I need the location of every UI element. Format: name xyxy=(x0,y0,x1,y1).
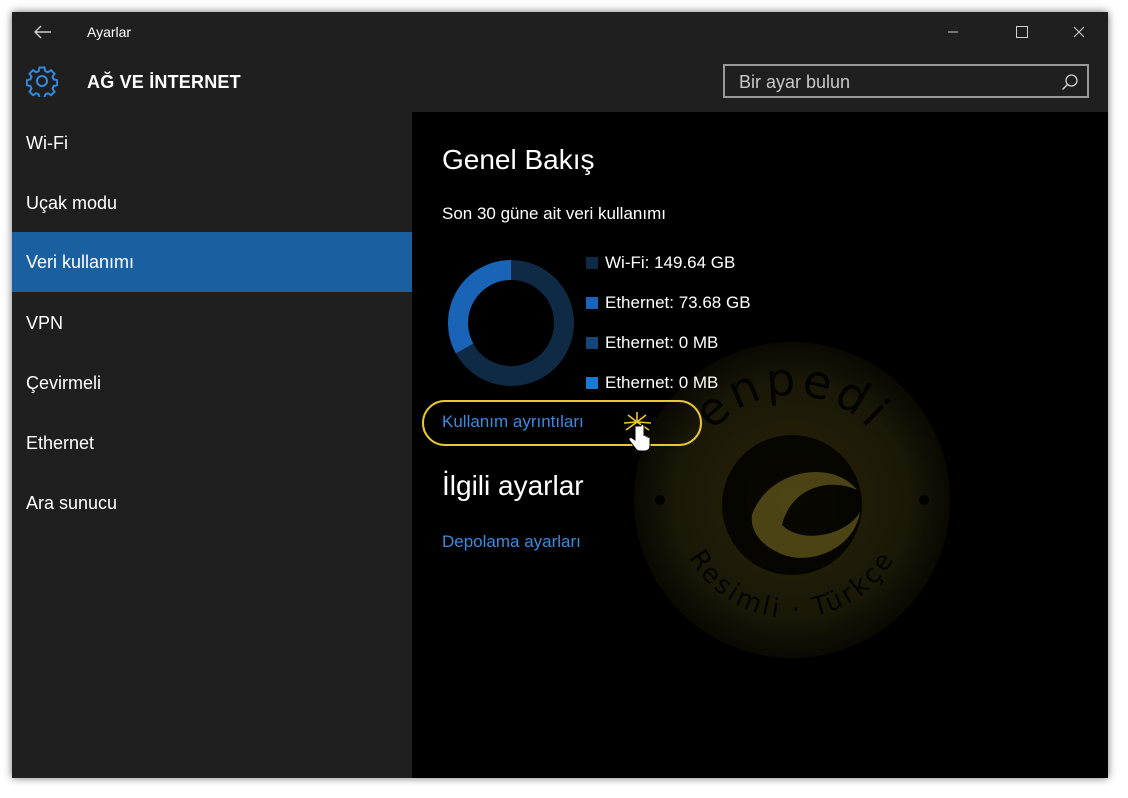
search-box[interactable] xyxy=(723,64,1089,98)
legend-swatch xyxy=(586,257,598,269)
storage-settings-link[interactable]: Depolama ayarları xyxy=(442,532,581,552)
overview-heading: Genel Bakış xyxy=(442,144,595,175)
sidebar-item-airplane-mode[interactable]: Uçak modu xyxy=(12,173,412,233)
legend-swatch xyxy=(586,297,598,309)
usage-period-label: Son 30 güne ait veri kullanımı xyxy=(442,204,666,223)
legend-item-ethernet-1: Ethernet: 73.68 GB xyxy=(586,290,751,316)
settings-window: Ayarlar AĞ VE İNTERNET Bir ayar bulun Wi… xyxy=(12,12,1108,778)
sidebar-item-data-usage[interactable]: Veri kullanımı xyxy=(12,232,412,292)
legend-swatch xyxy=(586,377,598,389)
window-title: Ayarlar xyxy=(87,24,132,40)
legend-label: Ethernet: 73.68 GB xyxy=(605,293,751,312)
search-icon[interactable] xyxy=(1061,73,1079,91)
page-title: AĞ VE İNTERNET xyxy=(87,72,241,92)
back-arrow-icon xyxy=(34,25,51,39)
legend-item-ethernet-2: Ethernet: 0 MB xyxy=(586,330,718,356)
hand-cursor-icon xyxy=(623,412,652,452)
legend-label: Ethernet: 0 MB xyxy=(605,373,719,392)
sidebar-item-ethernet[interactable]: Ethernet xyxy=(12,413,412,473)
maximize-icon xyxy=(1016,26,1028,38)
maximize-button[interactable] xyxy=(1009,20,1035,44)
sidebar: Wi-Fi Uçak modu Veri kullanımı VPN Çevir… xyxy=(12,112,412,778)
page-header: AĞ VE İNTERNET xyxy=(12,52,1108,112)
sidebar-item-proxy[interactable]: Ara sunucu xyxy=(12,473,412,533)
donut-hole xyxy=(469,281,553,365)
sidebar-item-dial-up[interactable]: Çevirmeli xyxy=(12,353,412,413)
legend-label: Wi-Fi: 149.64 GB xyxy=(605,253,736,272)
minimize-button[interactable] xyxy=(940,20,966,44)
related-settings-heading: İlgili ayarlar xyxy=(442,470,584,501)
usage-details-link[interactable]: Kullanım ayrıntıları xyxy=(442,412,584,432)
sidebar-item-vpn[interactable]: VPN xyxy=(12,293,412,353)
gear-icon xyxy=(26,66,58,97)
back-button[interactable] xyxy=(32,21,54,43)
main-content: enpedi Resimli · Türkçe Genel Bakış Son … xyxy=(412,112,1108,778)
legend-item-wifi: Wi-Fi: 149.64 GB xyxy=(586,250,735,276)
sidebar-item-wifi[interactable]: Wi-Fi xyxy=(12,113,412,173)
legend-swatch xyxy=(586,337,598,349)
usage-donut-chart xyxy=(448,260,574,386)
legend-label: Ethernet: 0 MB xyxy=(605,333,719,352)
legend-item-ethernet-3: Ethernet: 0 MB xyxy=(586,370,718,396)
close-button[interactable] xyxy=(1066,20,1092,44)
title-bar: Ayarlar xyxy=(12,12,1108,52)
minimize-icon xyxy=(948,31,958,33)
close-icon xyxy=(1073,26,1085,38)
search-input[interactable] xyxy=(737,66,1061,98)
